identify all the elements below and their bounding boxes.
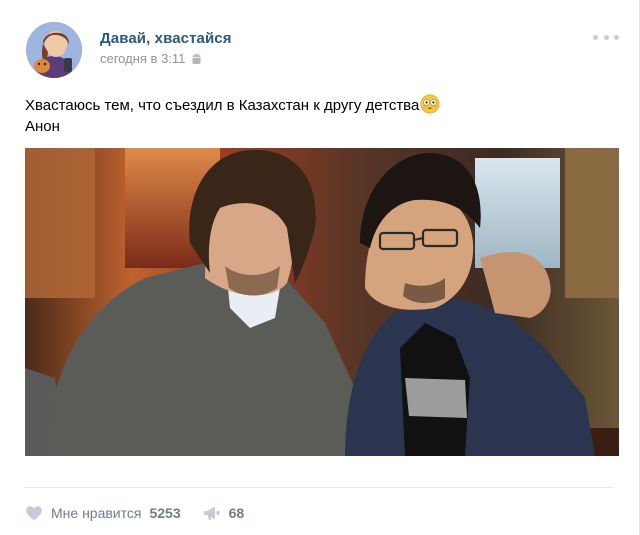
like-count: 5253 <box>149 505 181 521</box>
author-name[interactable]: Давай, хвастайся <box>100 30 232 47</box>
post-text-line-2: Анон <box>25 118 60 135</box>
post-text: Хвастаюсь тем, что съездил в Казахстан к… <box>25 94 615 137</box>
share-button[interactable]: 68 <box>203 505 245 521</box>
like-button[interactable]: Мне нравится 5253 <box>25 505 181 521</box>
post-actions: Мне нравится 5253 68 <box>25 502 244 524</box>
divider <box>25 487 614 488</box>
like-label: Мне нравится <box>51 505 142 521</box>
post-photo[interactable] <box>25 148 619 456</box>
post-text-content: Хвастаюсь тем, что съездил в Казахстан к… <box>25 97 420 114</box>
avatar-illustration <box>26 22 82 78</box>
avatar[interactable] <box>26 22 82 78</box>
dot <box>614 34 619 40</box>
heart-icon <box>26 506 42 521</box>
more-dots-icon[interactable] <box>593 30 619 44</box>
android-icon <box>191 53 202 65</box>
post-text-line-1: Хвастаюсь тем, что съездил в Казахстан к… <box>25 94 615 116</box>
post-time[interactable]: сегодня в 3:11 <box>100 51 185 66</box>
share-count: 68 <box>228 505 245 521</box>
photo-illustration <box>25 148 619 456</box>
dot <box>603 34 609 40</box>
post-card: Давай, хвастайся сегодня в 3:11 Хвастаюс… <box>0 0 640 535</box>
post-meta: сегодня в 3:11 <box>100 51 202 66</box>
flushed-face-icon <box>420 94 440 114</box>
dot <box>593 34 598 40</box>
megaphone-icon <box>203 506 220 520</box>
